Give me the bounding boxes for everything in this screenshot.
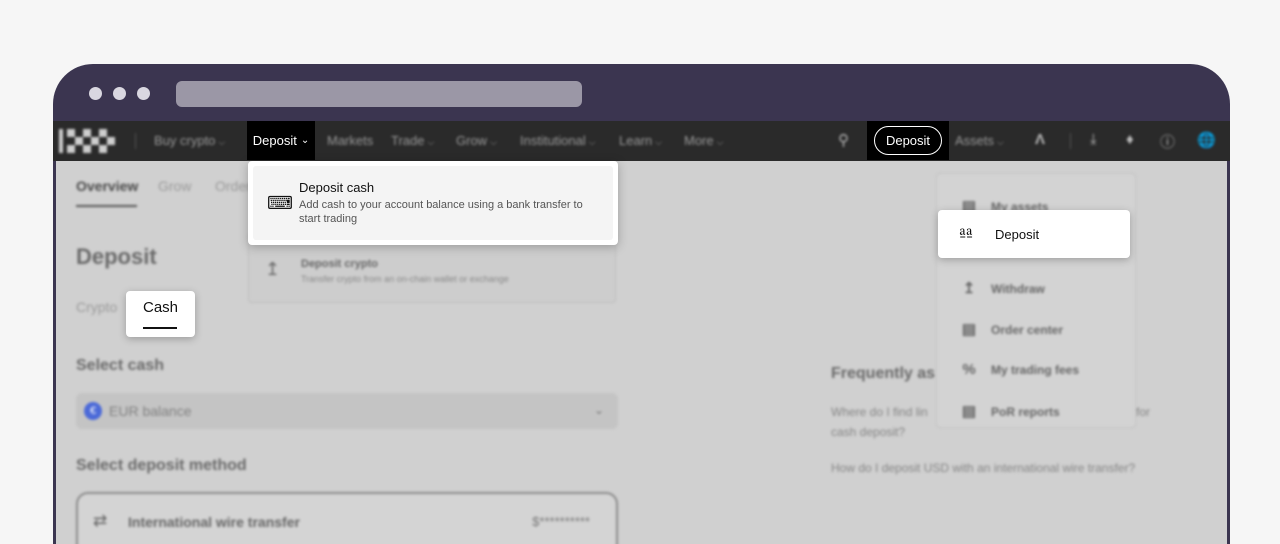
address-bar[interactable]: [176, 81, 582, 107]
deposit-cash-option[interactable]: ⌨ Deposit cash Add cash to your account …: [248, 161, 618, 245]
faq-question[interactable]: How do I deposit USD with an internation…: [831, 461, 1135, 475]
tab-underline: [76, 205, 137, 207]
page-title: Deposit: [76, 244, 157, 269]
euro-icon: €: [84, 402, 102, 420]
minimize-dot[interactable]: [113, 87, 126, 100]
document-icon: ▤: [961, 321, 977, 338]
faq-title: Frequently as: [831, 365, 936, 382]
chevron-down-icon: ⌄: [300, 135, 310, 146]
select-method-heading: Select deposit method: [76, 457, 247, 474]
close-dot[interactable]: [89, 87, 102, 100]
chevron-down-icon: ⌄: [593, 403, 604, 417]
nav-institutional[interactable]: Institutional ⌵: [520, 133, 596, 148]
menu-deposit[interactable]: ⎂ Deposit: [938, 210, 1130, 258]
nav-deposit[interactable]: Deposit ⌄: [247, 121, 315, 160]
nav-trade[interactable]: Trade ⌵: [391, 133, 434, 148]
menu-withdraw[interactable]: ↥ Withdraw: [959, 279, 1045, 297]
nav-assets[interactable]: Assets ⌵: [955, 133, 1004, 148]
faq-question[interactable]: Where do I find lin: [831, 405, 928, 419]
nav-more[interactable]: More ⌵: [684, 133, 723, 148]
cash-icon: ⌨: [267, 193, 293, 213]
profile-icon[interactable]: Λ: [1035, 131, 1045, 148]
menu-trading-fees[interactable]: % My trading fees: [959, 361, 1079, 378]
nav-grow[interactable]: Grow ⌵: [456, 133, 497, 148]
menu-por-reports[interactable]: ▤ PoR reports: [959, 402, 1060, 420]
tab-overview[interactable]: Overview: [76, 178, 138, 194]
nav-markets[interactable]: Markets: [327, 133, 373, 148]
nav-buy-crypto[interactable]: Buy crypto ⌵: [154, 133, 225, 148]
menu-order-center[interactable]: ▤ Order center: [959, 320, 1063, 338]
globe-icon[interactable]: 🌐: [1197, 131, 1216, 149]
bell-icon[interactable]: ♦: [1126, 131, 1134, 148]
upload-icon: ↥: [265, 259, 281, 279]
transfer-icon: ⇄: [93, 511, 108, 530]
wire-transfer-option[interactable]: ⇄ International wire transfer $*********…: [76, 492, 618, 544]
select-cash-heading: Select cash: [76, 357, 165, 374]
maximize-dot[interactable]: [137, 87, 150, 100]
top-nav: Buy crypto ⌵ Markets Trade ⌵ Grow ⌵ Institu…: [53, 121, 1230, 161]
tab-underline: [143, 327, 177, 329]
cash-select[interactable]: € EUR balance ⌄: [76, 393, 618, 429]
download-circle-icon: ⎂: [958, 222, 974, 244]
deposit-button-wrap: Deposit: [867, 121, 949, 160]
percent-icon: %: [962, 361, 976, 378]
nav-learn[interactable]: Learn ⌵: [619, 133, 662, 148]
search-icon[interactable]: ⚲: [838, 131, 849, 149]
subtab-crypto[interactable]: Crypto: [76, 299, 117, 315]
window-controls: [89, 87, 150, 100]
browser-window: Buy crypto ⌵ Markets Trade ⌵ Grow ⌵ Institu…: [53, 64, 1230, 544]
deposit-button[interactable]: Deposit: [873, 126, 943, 155]
withdraw-icon: ↥: [962, 280, 976, 297]
okx-logo[interactable]: [59, 129, 115, 153]
subtab-cash[interactable]: Cash: [126, 291, 195, 337]
help-icon[interactable]: ⓘ: [1160, 131, 1175, 152]
report-icon: ▤: [961, 403, 977, 420]
download-icon[interactable]: ⤓: [1090, 131, 1097, 148]
tab-grow[interactable]: Grow: [158, 178, 191, 194]
tab-order[interactable]: Order: [215, 178, 251, 194]
